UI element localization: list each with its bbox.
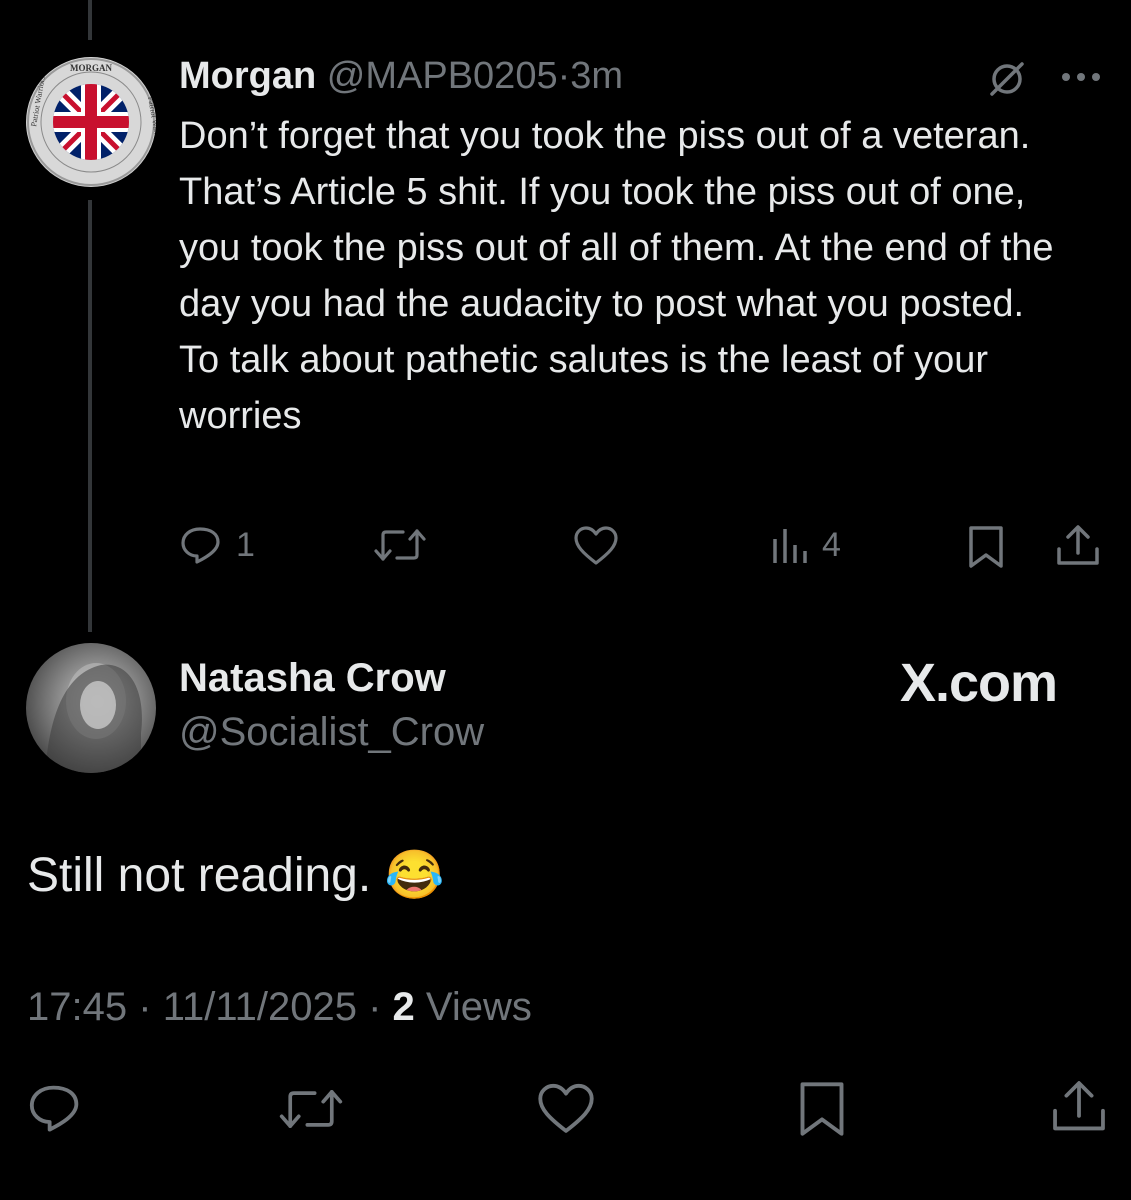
avatar[interactable]	[26, 643, 156, 773]
author-name[interactable]: Natasha Crow	[179, 656, 446, 701]
tweet-text: Don’t forget that you took the piss out …	[179, 115, 1054, 437]
repost-icon	[279, 1090, 343, 1128]
author-handle[interactable]: @Socialist_Crow	[179, 710, 484, 755]
share-button[interactable]	[1050, 1078, 1108, 1136]
bookmark-button[interactable]	[966, 525, 1006, 569]
bookmark-icon	[969, 526, 1003, 568]
thread-line-top	[88, 0, 92, 40]
repost-button[interactable]	[373, 525, 439, 565]
heart-icon	[538, 1083, 594, 1133]
views-chart-icon	[773, 529, 807, 563]
avatar[interactable]: MORGAN Patriot Warriors Patriot Warriors	[26, 57, 156, 187]
more-options-icon[interactable]	[1058, 62, 1104, 92]
author-name[interactable]: Morgan	[179, 55, 316, 97]
reply-button[interactable]	[28, 1082, 84, 1134]
tweet-text: Still not reading.	[27, 849, 372, 902]
tweet-time[interactable]: 3m	[570, 55, 623, 97]
thread-line	[88, 200, 92, 632]
reply-count: 1	[236, 525, 255, 564]
like-button[interactable]	[536, 1082, 596, 1136]
author-handle[interactable]: @MAPB0205	[327, 55, 558, 97]
share-icon	[1057, 525, 1099, 565]
views-button[interactable]: 4	[770, 525, 841, 565]
reply-icon	[29, 1085, 79, 1132]
heart-icon	[574, 526, 618, 565]
reply-icon	[181, 527, 220, 564]
x-brand-logo: X.com	[900, 653, 1058, 713]
separator: ·	[368, 985, 382, 1029]
repost-icon	[374, 529, 426, 561]
views-count: 2	[392, 985, 415, 1029]
laughing-emoji-icon: 😂	[384, 849, 445, 902]
tweet-header: Morgan @MAPB0205·3m	[179, 55, 623, 98]
union-jack-badge-icon: MORGAN Patriot Warriors Patriot Warriors	[27, 58, 156, 186]
bookmark-button[interactable]	[796, 1080, 848, 1138]
profile-photo-icon	[46, 663, 142, 773]
separator: ·	[138, 985, 152, 1029]
views-label: Views	[425, 985, 532, 1029]
reply-text-container: Still not reading. 😂	[27, 846, 444, 903]
tweet-date: 11/11/2025	[162, 985, 357, 1029]
bookmark-icon	[800, 1082, 844, 1136]
repost-button[interactable]	[278, 1084, 344, 1134]
tweet-time: 17:45	[27, 985, 128, 1029]
views-count: 4	[822, 525, 841, 564]
share-icon	[1053, 1081, 1105, 1131]
grok-icon[interactable]	[985, 57, 1029, 101]
separator: ·	[557, 55, 571, 97]
tweet-meta: 17:45 · 11/11/2025 · 2 Views	[27, 985, 532, 1030]
reply-button[interactable]: 1	[180, 525, 255, 565]
like-button[interactable]	[573, 525, 631, 567]
share-button[interactable]	[1055, 523, 1101, 569]
badge-title-text: MORGAN	[70, 63, 112, 73]
